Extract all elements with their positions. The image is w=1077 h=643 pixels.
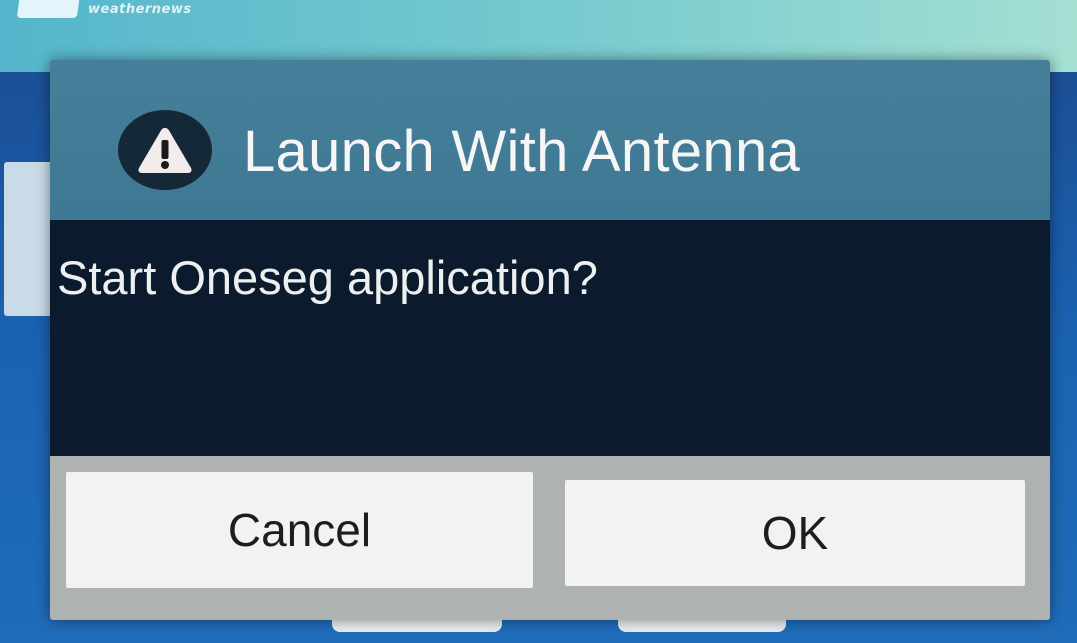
weathernews-logo-icon	[16, 0, 80, 18]
dialog-title-bar: Launch With Antenna	[50, 60, 1050, 220]
warning-icon	[118, 110, 212, 190]
dialog-button-bar: Cancel OK	[50, 456, 1050, 620]
launch-dialog: Launch With Antenna Cancel OK	[50, 60, 1050, 620]
ok-button[interactable]: OK	[565, 480, 1025, 586]
background-app-brand: weathernews	[88, 2, 192, 17]
cancel-button[interactable]: Cancel	[66, 472, 533, 588]
dialog-title: Launch With Antenna	[243, 119, 801, 184]
dialog-message: Start Oneseg application?	[57, 251, 598, 304]
